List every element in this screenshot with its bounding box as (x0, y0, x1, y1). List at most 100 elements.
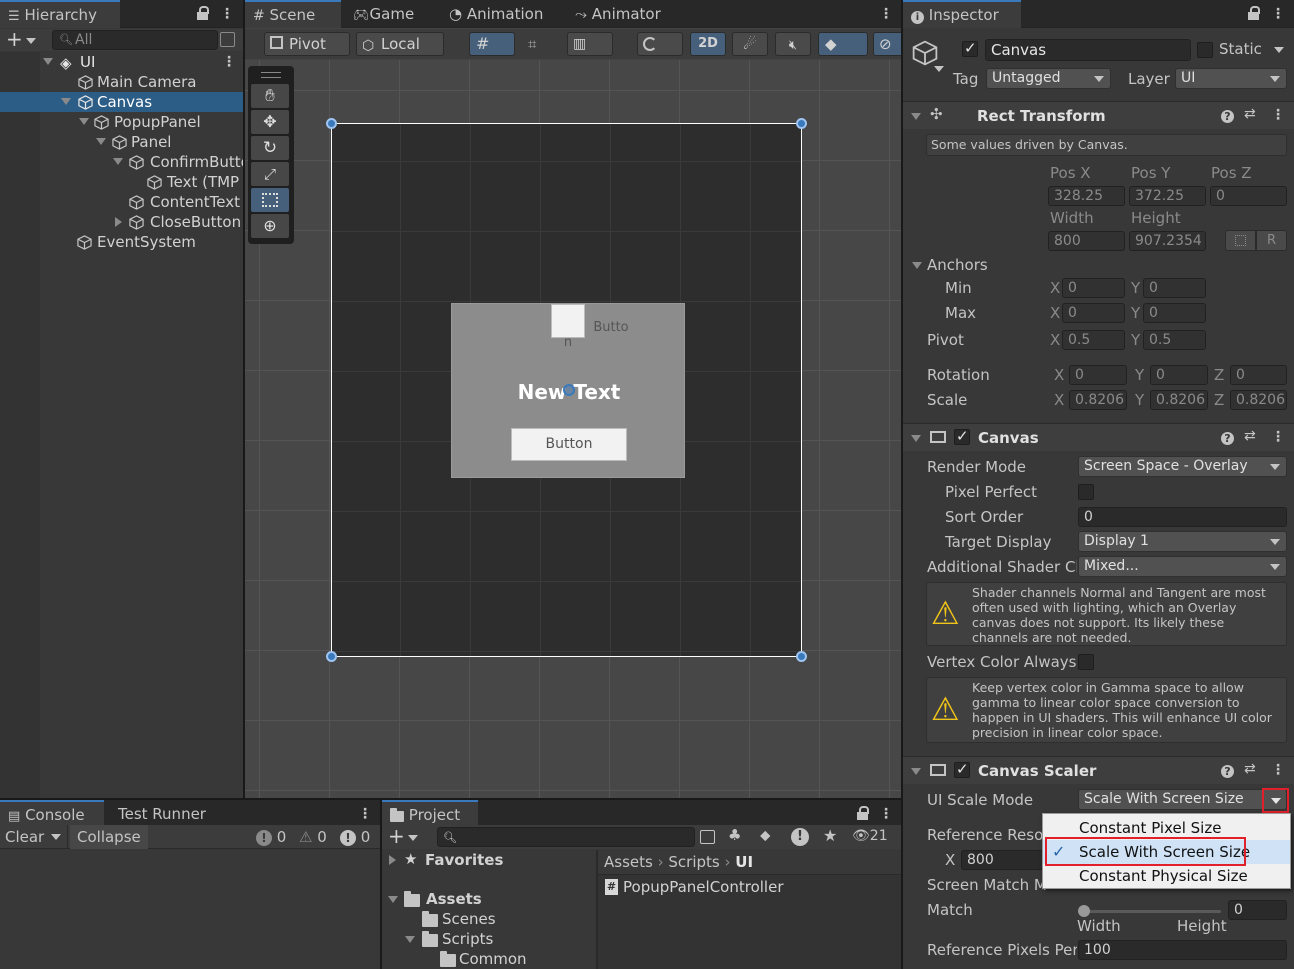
scene-visibility-toggle[interactable]: ⊘ (873, 32, 901, 56)
tree-row-scenes[interactable]: Scenes (382, 909, 596, 929)
tree-row-contenttext[interactable]: ContentText (0, 192, 243, 212)
hierarchy-search-input[interactable]: 🔍︎ All (52, 30, 218, 50)
tree-row-popuppanel[interactable]: PopupPanel (0, 112, 243, 132)
canvas-enabled-checkbox[interactable] (954, 427, 970, 445)
scale-tool-button[interactable]: ⤢ (251, 162, 289, 186)
filter-by-label-icon[interactable]: ⬥ (760, 826, 771, 844)
tab-animator[interactable]: ⤳ Animator (567, 0, 669, 28)
local-dropdown[interactable]: ⬡ Local (356, 32, 444, 56)
lock-icon[interactable] (857, 806, 869, 820)
tree-row-assets[interactable]: Assets (382, 889, 596, 909)
tag-dropdown[interactable]: Untagged (986, 68, 1111, 89)
breadcrumb-assets[interactable]: Assets (604, 853, 653, 871)
more-options-icon[interactable]: ⋮ (358, 806, 372, 822)
menu-item-constant-pixel-size[interactable]: Constant Pixel Size (1043, 817, 1290, 839)
rect-tool-button[interactable] (251, 188, 289, 212)
move-tool-button[interactable]: ✥ (251, 110, 289, 134)
add-button[interactable]: + (6, 29, 40, 51)
render-mode-dropdown[interactable]: Screen Space - Overlay (1078, 456, 1287, 477)
ui-scale-mode-dropdown[interactable]: Scale With Screen Size (1078, 789, 1287, 810)
static-dropdown-icon[interactable] (1274, 47, 1284, 53)
tab-test-runner[interactable]: Test Runner (110, 800, 214, 828)
favorite-star-icon[interactable]: ★ (823, 826, 837, 845)
canvas-scaler-header[interactable]: Canvas Scaler ? ⇄ ⋮ (903, 756, 1294, 784)
audio-toggle[interactable]: 🔇︎ (775, 32, 811, 56)
tree-row-closebutton[interactable]: CloseButton (0, 212, 243, 232)
draw-mode-dropdown[interactable] (637, 32, 683, 56)
collapse-arrow-icon[interactable] (115, 217, 122, 227)
scale-x-field[interactable]: 0.8206 (1069, 390, 1127, 410)
rotation-x-field[interactable]: 0 (1069, 365, 1127, 385)
expand-arrow-icon[interactable] (96, 138, 106, 145)
rect-handle-top-right[interactable] (796, 118, 807, 129)
layer-dropdown[interactable]: UI (1175, 68, 1287, 89)
more-options-icon[interactable]: ⋮ (879, 806, 893, 822)
expand-arrow-icon[interactable] (911, 435, 921, 442)
lock-icon[interactable] (197, 6, 209, 20)
help-icon[interactable]: ? (1221, 110, 1234, 123)
pivot-x-field[interactable]: 0.5 (1062, 330, 1125, 350)
reference-ppu-field[interactable]: 100 (1078, 940, 1287, 960)
chevron-down-icon[interactable] (934, 66, 944, 72)
presets-icon[interactable]: ⇄ (1244, 761, 1256, 777)
tab-game[interactable]: 🎮︎Game (345, 0, 422, 28)
anchor-max-y-field[interactable]: 0 (1143, 303, 1206, 323)
warning-count-toggle[interactable]: ⚠ 0 (299, 828, 335, 846)
tab-hierarchy[interactable]: ☰ Hierarchy (0, 0, 120, 28)
2d-toggle[interactable]: 2D (690, 32, 726, 56)
more-options-icon[interactable]: ⋮ (879, 6, 893, 22)
raw-edit-button[interactable]: R (1256, 230, 1287, 251)
tree-row-favorites[interactable]: ★ Favorites (382, 850, 596, 870)
more-options-icon[interactable]: ⋮ (1271, 6, 1285, 22)
pos-x-field[interactable]: 328.25 (1048, 186, 1125, 206)
presets-icon[interactable]: ⇄ (1244, 106, 1256, 122)
info-count-toggle[interactable]: ! 0 (256, 828, 292, 846)
palette-drag-handle[interactable] (261, 72, 281, 78)
transform-tool-button[interactable]: ⊕ (251, 214, 289, 238)
expand-arrow-icon[interactable] (405, 936, 415, 943)
confirm-button[interactable]: Button (511, 428, 627, 461)
log-filter-icon[interactable]: ! (791, 828, 809, 846)
search-by-type-icon[interactable] (700, 830, 715, 844)
blueprint-mode-button[interactable] (1225, 230, 1256, 251)
shader-channels-dropdown[interactable]: Mixed... (1078, 556, 1287, 577)
match-value-field[interactable]: 0 (1228, 900, 1287, 920)
lighting-toggle[interactable]: ☄ (732, 32, 768, 56)
anchor-max-x-field[interactable]: 0 (1062, 303, 1125, 323)
expand-arrow-icon[interactable] (113, 158, 123, 165)
pivot-gizmo-icon[interactable] (563, 384, 575, 396)
presets-icon[interactable]: ⇄ (1244, 428, 1256, 444)
sort-order-field[interactable]: 0 (1078, 507, 1287, 527)
scene-viewport[interactable]: Butto n New Text Button ✋︎ ✥ ↻ ⤢ ⊕ (245, 60, 901, 798)
tree-row-text-tmp[interactable]: Text (TMP (0, 172, 243, 192)
help-icon[interactable]: ? (1221, 432, 1234, 445)
tree-row-panel[interactable]: Panel (0, 132, 243, 152)
ui-scale-mode-dropdown-arrow[interactable] (1262, 788, 1289, 813)
width-field[interactable]: 800 (1048, 231, 1125, 251)
vertex-color-checkbox[interactable] (1078, 654, 1094, 670)
effects-dropdown[interactable]: ◆ (818, 32, 868, 56)
lock-icon[interactable] (1248, 6, 1260, 20)
project-search-input[interactable]: 🔍︎ (437, 827, 695, 847)
popup-panel[interactable]: Butto n New Text Button (451, 303, 685, 478)
more-options-icon[interactable]: ⋮ (1271, 762, 1285, 778)
tab-animation[interactable]: ◔ Animation (441, 0, 551, 28)
close-button[interactable]: Butto n (551, 304, 629, 350)
tree-row-common[interactable]: Common (382, 949, 596, 969)
pivot-dropdown[interactable]: Pivot (264, 32, 350, 56)
expand-arrow-icon[interactable] (79, 118, 89, 125)
create-button[interactable]: + (388, 825, 422, 847)
tree-row-canvas[interactable]: Canvas (0, 92, 243, 112)
canvas-scaler-enabled-checkbox[interactable] (954, 760, 970, 778)
rect-handle-top-left[interactable] (326, 118, 337, 129)
rect-handle-bottom-right[interactable] (796, 651, 807, 662)
expand-arrow-icon[interactable] (388, 896, 398, 903)
more-options-icon[interactable]: ⋮ (220, 6, 234, 22)
tab-inspector[interactable]: i Inspector (903, 0, 1021, 28)
error-count-toggle[interactable]: ! 0 (340, 828, 378, 846)
expand-arrow-icon[interactable] (911, 113, 921, 120)
more-options-icon[interactable]: ⋮ (1271, 429, 1285, 445)
help-icon[interactable]: ? (1221, 765, 1234, 778)
file-popuppanelcontroller[interactable]: # PopupPanelController (598, 877, 901, 897)
tree-row-confirmbutton[interactable]: ConfirmButto (0, 152, 243, 172)
